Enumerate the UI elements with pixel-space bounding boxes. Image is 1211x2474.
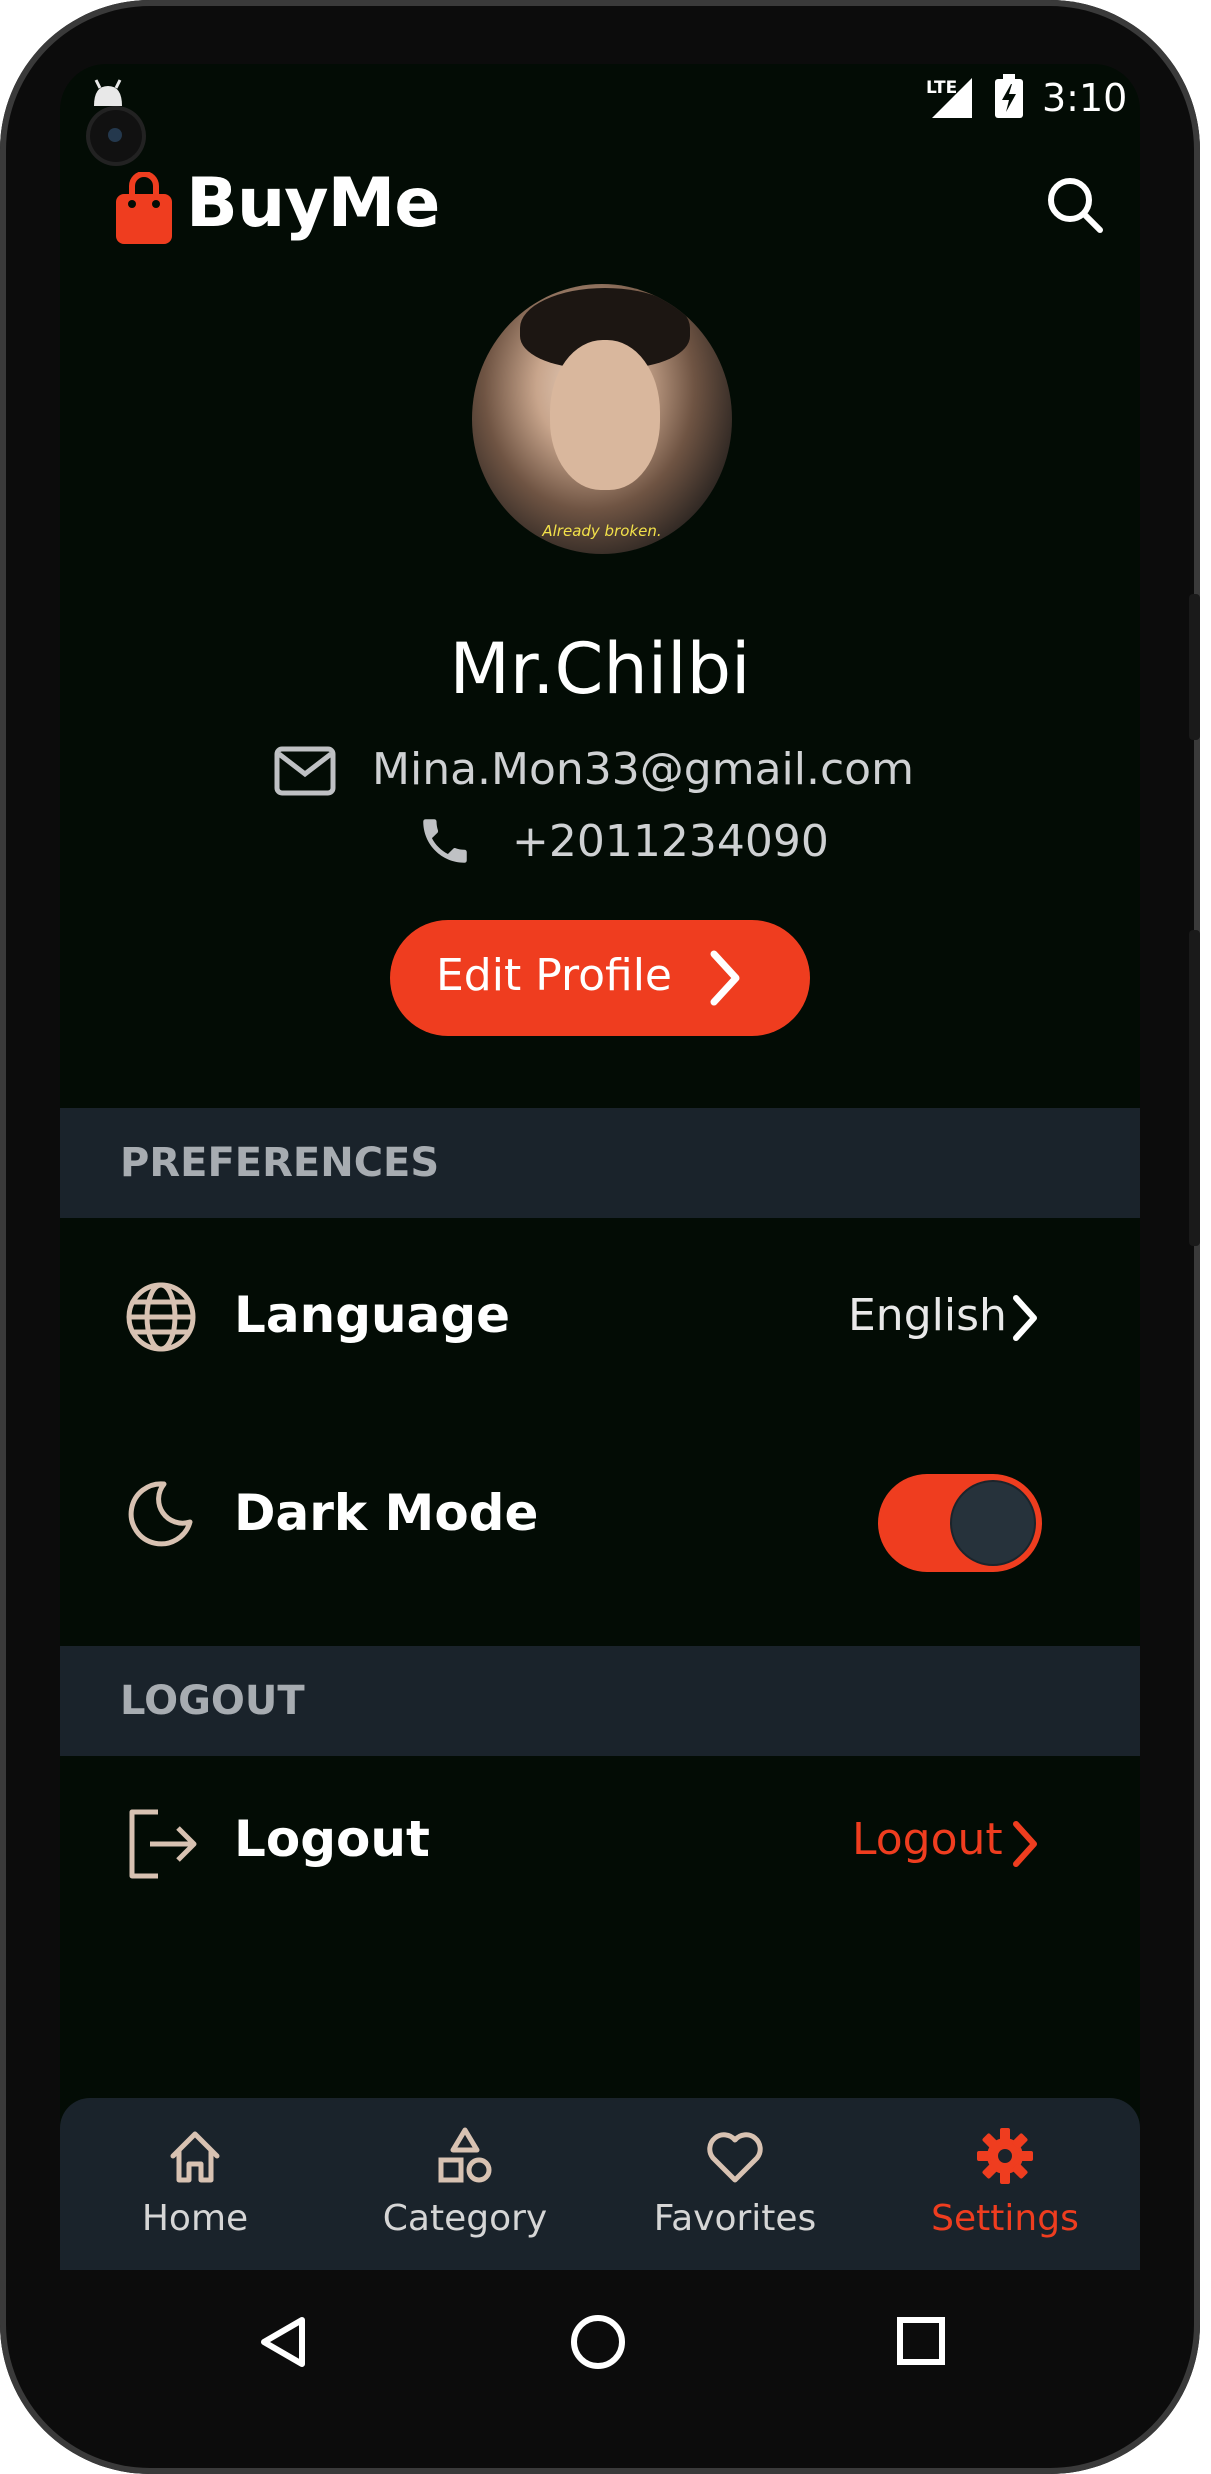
recents-icon[interactable]	[896, 2316, 946, 2366]
dark-mode-label: Dark Mode	[234, 1484, 539, 1542]
logout-action-text[interactable]: Logout	[852, 1814, 1003, 1865]
app-brand-title: BuyMe	[186, 164, 440, 243]
dark-mode-toggle[interactable]	[878, 1474, 1042, 1572]
language-value: English	[848, 1290, 1007, 1341]
phone-frame: LTE 3:10 BuyMe Already broken. Mr.Chilbi…	[0, 0, 1200, 2474]
nav-item-home[interactable]: Home	[60, 2098, 330, 2270]
status-bar: LTE 3:10	[60, 64, 1140, 162]
language-row[interactable]: Language English	[60, 1224, 1140, 1424]
logout-header-label: LOGOUT	[120, 1678, 305, 1724]
avatar-face	[550, 340, 660, 490]
moon-icon	[128, 1481, 193, 1547]
edit-profile-label: Edit Profile	[436, 950, 673, 1001]
chevron-right-icon	[710, 950, 740, 1006]
signal-icon	[932, 78, 972, 118]
home-icon	[170, 2131, 220, 2183]
profile-phone: +2011234090	[512, 816, 829, 867]
logout-row[interactable]: Logout Logout	[60, 1760, 1140, 1940]
nav-item-settings[interactable]: Settings	[870, 2098, 1140, 2270]
profile-avatar[interactable]: Already broken.	[472, 284, 732, 554]
avatar-caption: Already broken.	[542, 522, 662, 540]
home-circle-icon[interactable]	[570, 2314, 626, 2370]
profile-email: Mina.Mon33@gmail.com	[372, 744, 914, 795]
nav-item-category[interactable]: Category	[330, 2098, 600, 2270]
globe-icon	[126, 1282, 196, 1352]
nav-label-home: Home	[141, 2198, 249, 2239]
bottom-navigation: Home Category Favorites Settings	[60, 2098, 1140, 2270]
profile-name: Mr.Chilbi	[449, 628, 751, 710]
logout-label: Logout	[234, 1810, 430, 1868]
heart-icon	[707, 2132, 763, 2183]
nav-item-favorites[interactable]: Favorites	[600, 2098, 870, 2270]
search-icon[interactable]	[1044, 174, 1106, 236]
nav-label-settings: Settings	[931, 2198, 1079, 2239]
preferences-header-label: PREFERENCES	[120, 1140, 440, 1186]
power-button	[1189, 930, 1200, 1246]
toggle-knob	[950, 1480, 1036, 1566]
android-notification-icon	[94, 79, 122, 106]
front-camera	[90, 110, 142, 162]
phone-icon	[423, 819, 467, 863]
chevron-right-icon	[1013, 1821, 1037, 1867]
shopping-bag-icon	[116, 172, 172, 244]
category-icon	[438, 2127, 492, 2183]
preferences-section-header: PREFERENCES	[60, 1108, 1140, 1218]
language-label: Language	[234, 1286, 511, 1344]
logout-icon	[129, 1809, 197, 1879]
system-navigation-bar	[60, 2270, 1140, 2410]
logout-section-header: LOGOUT	[60, 1646, 1140, 1756]
nav-label-favorites: Favorites	[653, 2198, 817, 2239]
edit-profile-button[interactable]: Edit Profile	[390, 920, 810, 1036]
chevron-right-icon	[1013, 1295, 1037, 1341]
screen: LTE 3:10 BuyMe Already broken. Mr.Chilbi…	[60, 64, 1140, 2270]
email-icon	[274, 746, 336, 796]
volume-button	[1189, 594, 1200, 740]
battery-charging-icon	[995, 74, 1023, 118]
nav-label-category: Category	[382, 2198, 548, 2239]
gear-icon	[977, 2128, 1033, 2184]
back-icon[interactable]	[256, 2314, 308, 2370]
status-time: 3:10	[1042, 76, 1128, 120]
